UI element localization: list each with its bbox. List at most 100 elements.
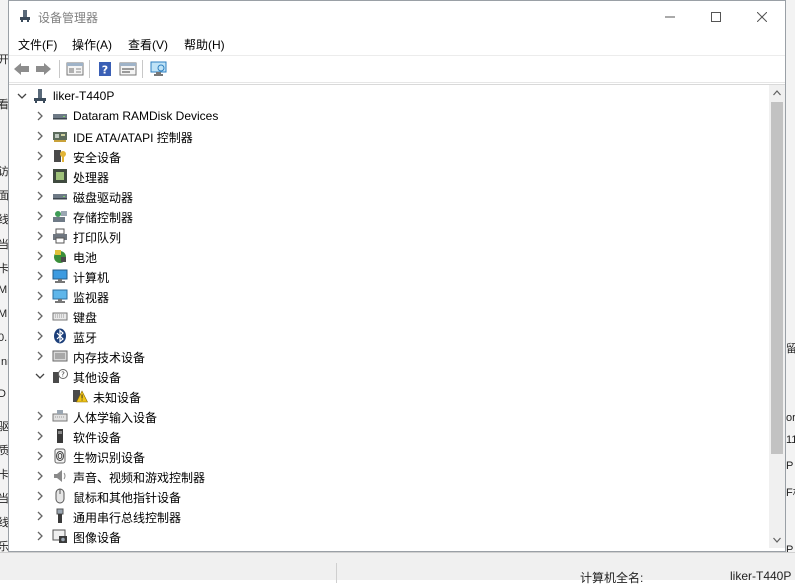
chevron-right-icon[interactable]: [34, 190, 46, 202]
menu-help[interactable]: 帮助(H): [184, 36, 225, 53]
update-view-icon[interactable]: [119, 61, 137, 77]
scan-hardware-icon[interactable]: [150, 61, 168, 77]
toolbar: ?: [9, 55, 785, 83]
bg-text: 留: [786, 343, 795, 355]
chevron-right-icon[interactable]: [34, 410, 46, 422]
bg-text: 11: [786, 434, 795, 446]
svg-text:?: ?: [102, 64, 108, 77]
tree-item[interactable]: 通用串行总线控制器: [10, 506, 769, 526]
tree-item-label: 图像设备: [73, 531, 122, 545]
chevron-right-icon[interactable]: [34, 250, 46, 262]
tree-item[interactable]: 打印队列: [10, 226, 769, 246]
chevron-right-icon[interactable]: [34, 270, 46, 282]
chevron-right-icon[interactable]: [34, 350, 46, 362]
device-manager-icon: [20, 10, 30, 22]
chevron-right-icon[interactable]: [34, 150, 46, 162]
chevron-right-icon[interactable]: [34, 170, 46, 182]
chevron-right-icon[interactable]: [34, 530, 46, 542]
background-window-bottom: 计算机全名: liker-T440P: [0, 552, 795, 585]
software-device-icon: [57, 429, 63, 443]
tree-root[interactable]: liker-T440P: [10, 86, 769, 106]
device-manager-window: 设备管理器 文件(F) 操作(A) 查看(V) 帮助(H) ? liker-T4…: [8, 0, 786, 552]
chevron-down-icon[interactable]: [16, 90, 28, 102]
bg-text: or: [786, 412, 795, 424]
chevron-right-icon[interactable]: [34, 450, 46, 462]
chevron-right-icon[interactable]: [34, 330, 46, 342]
menu-view[interactable]: 查看(V): [128, 36, 168, 53]
menu-action[interactable]: 操作(A): [72, 36, 112, 53]
back-arrow-icon[interactable]: [13, 61, 31, 77]
tree-item[interactable]: 处理器: [10, 166, 769, 186]
tree-item-label: 通用串行总线控制器: [73, 511, 182, 525]
chevron-right-icon[interactable]: [34, 210, 46, 222]
tree-item-label: 声音、视频和游戏控制器: [73, 471, 206, 485]
tree-item-label: 软件设备: [73, 431, 122, 445]
scroll-down-button[interactable]: [769, 532, 785, 548]
bluetooth-icon: [54, 328, 66, 344]
tree-item[interactable]: 磁盘驱动器: [10, 186, 769, 206]
menu-file[interactable]: 文件(F): [18, 36, 57, 53]
chevron-right-icon[interactable]: [34, 290, 46, 302]
chevron-down-icon[interactable]: [34, 370, 46, 382]
security-device-icon: [54, 150, 66, 162]
chevron-right-icon[interactable]: [34, 130, 46, 142]
bg-text: 0.: [0, 332, 8, 344]
tree-item[interactable]: Dataram RAMDisk Devices: [10, 106, 769, 126]
scrollbar-thumb[interactable]: [771, 102, 783, 454]
title-bar[interactable]: 设备管理器: [9, 1, 785, 32]
toolbar-separator: [59, 60, 60, 78]
tree-item[interactable]: 内存技术设备: [10, 346, 769, 366]
tree-item[interactable]: 鼠标和其他指针设备: [10, 486, 769, 506]
chevron-right-icon[interactable]: [34, 230, 46, 242]
chevron-right-icon[interactable]: [34, 430, 46, 442]
maximize-button[interactable]: [693, 1, 739, 32]
bg-text: P: [786, 460, 794, 472]
tree-item[interactable]: 声音、视频和游戏控制器: [10, 466, 769, 486]
tree-item-label: 计算机: [73, 271, 110, 285]
tree-item-label: 其他设备: [73, 371, 122, 385]
tree-item-label: 监视器: [73, 291, 110, 305]
bg-text: M: [0, 308, 8, 320]
chevron-right-icon[interactable]: [34, 470, 46, 482]
toolbar-separator: [142, 60, 143, 78]
tree-item[interactable]: 软件设备: [10, 426, 769, 446]
bg-text: D: [0, 388, 6, 400]
tree-item-label: 打印队列: [73, 231, 122, 245]
tree-item[interactable]: 存储控制器: [10, 206, 769, 226]
tree-item-label: IDE ATA/ATAPI 控制器: [73, 131, 193, 145]
monitor-icon: [52, 289, 68, 303]
tree-item-label: 磁盘驱动器: [73, 191, 134, 205]
tree-item[interactable]: ? 其他设备: [10, 366, 769, 386]
scroll-up-button[interactable]: [769, 85, 785, 101]
chevron-right-icon[interactable]: [34, 110, 46, 122]
battery-icon: [54, 250, 66, 263]
root-label: liker-T440P: [53, 89, 115, 103]
chevron-right-icon[interactable]: [34, 310, 46, 322]
maximize-icon: [711, 11, 721, 22]
vertical-scrollbar[interactable]: [769, 85, 785, 548]
tree-item[interactable]: 键盘: [10, 306, 769, 326]
help-icon[interactable]: ?: [96, 61, 114, 77]
properties-icon[interactable]: [66, 61, 84, 77]
usb-icon: [56, 508, 64, 523]
close-button[interactable]: [739, 1, 785, 32]
tree-item-child[interactable]: 未知设备: [10, 386, 769, 406]
minimize-button[interactable]: [647, 1, 693, 32]
tree-item[interactable]: 电池: [10, 246, 769, 266]
tree-item[interactable]: 监视器: [10, 286, 769, 306]
tree-item-label: 内存技术设备: [73, 351, 146, 365]
mouse-icon: [55, 488, 65, 504]
tree-item[interactable]: IDE ATA/ATAPI 控制器: [10, 126, 769, 146]
forward-arrow-icon[interactable]: [34, 61, 52, 77]
tree-item[interactable]: 计算机: [10, 266, 769, 286]
tree-item[interactable]: 安全设备: [10, 146, 769, 166]
chevron-right-icon[interactable]: [34, 510, 46, 522]
tree-item-label: 人体学输入设备: [73, 411, 158, 425]
tree-item[interactable]: 图像设备: [10, 526, 769, 546]
tree-item-label: 未知设备: [93, 391, 142, 405]
tree-item[interactable]: 人体学输入设备: [10, 406, 769, 426]
tree-item[interactable]: 蓝牙: [10, 326, 769, 346]
tree-item[interactable]: 生物识别设备: [10, 446, 769, 466]
chevron-right-icon[interactable]: [34, 490, 46, 502]
bg-computer-name-label: 计算机全名:: [580, 571, 644, 585]
